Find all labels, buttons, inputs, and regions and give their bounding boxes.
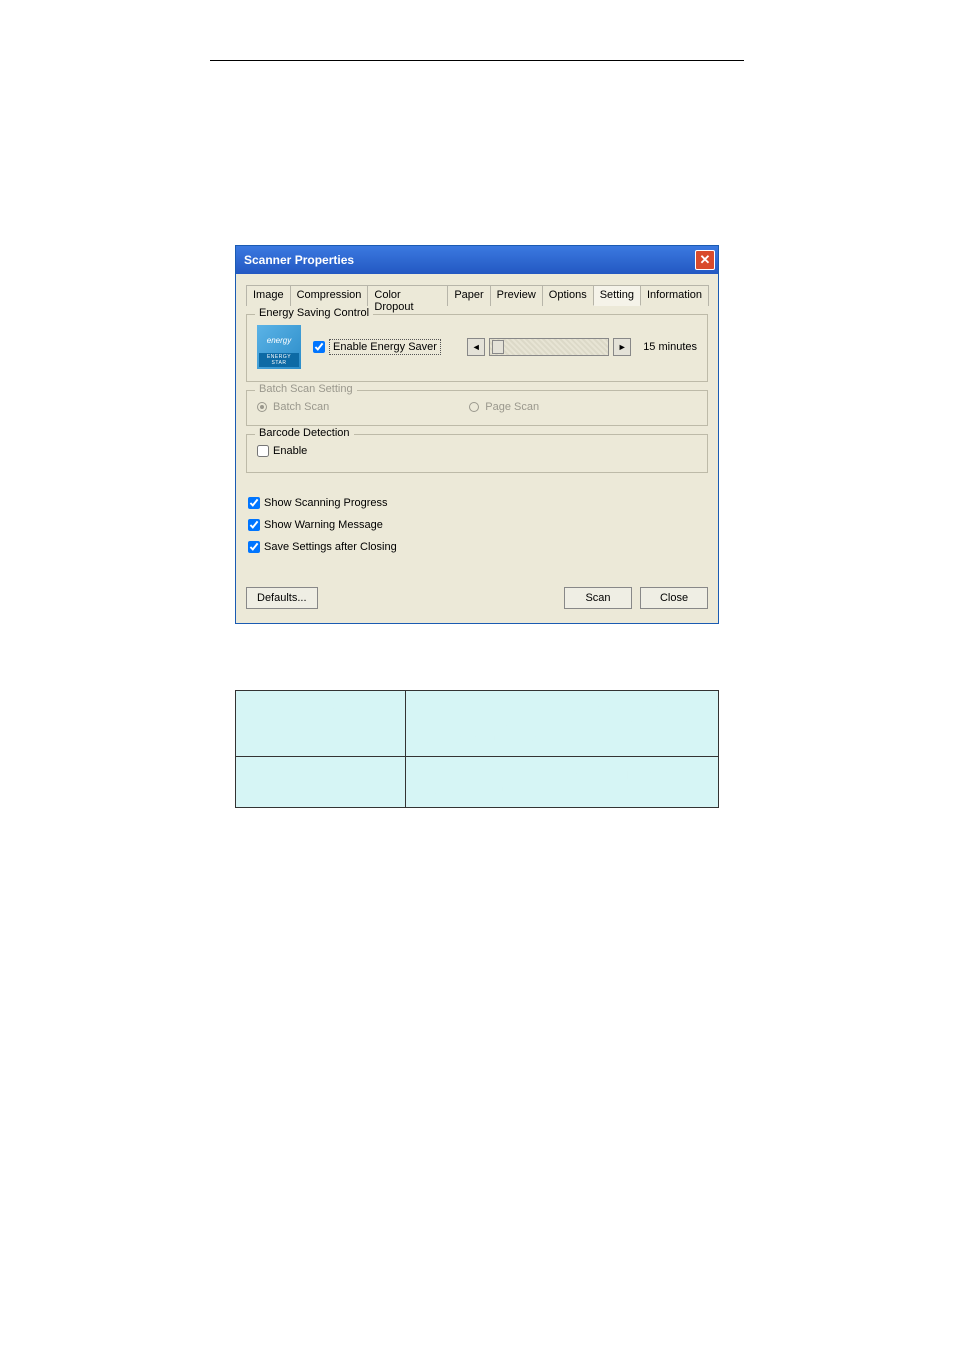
table-row: The range is from 1 to 240 minutes. The … [236,757,719,808]
slider-right-arrow-icon[interactable]: ► [613,338,631,356]
table-cell-val: The range is from 1 to 240 minutes. The … [406,757,719,808]
save-settings-input[interactable] [248,541,260,553]
tab-strip: Image Compression Color Dropout Paper Pr… [246,284,708,306]
titlebar: Scanner Properties ✕ [236,246,718,274]
radio-page-scan: Page Scan [469,401,539,413]
table-cell-val: Check the Enable Energy Saver box and mo… [406,691,719,757]
tab-options[interactable]: Options [542,285,594,306]
table-cell-key [236,757,406,808]
energy-minutes-label: 15 minutes [643,341,697,353]
radio-batch-scan-label: Batch Scan [273,401,329,413]
tab-paper[interactable]: Paper [447,285,490,306]
show-warning-input[interactable] [248,519,260,531]
radio-batch-scan: Batch Scan [257,401,329,413]
show-progress-label: Show Scanning Progress [264,497,388,509]
group-batch-legend: Batch Scan Setting [255,383,357,395]
show-progress-checkbox[interactable]: Show Scanning Progress [248,497,708,509]
barcode-enable-label: Enable [273,445,307,457]
barcode-enable-input[interactable] [257,445,269,457]
group-barcode-legend: Barcode Detection [255,427,354,439]
show-warning-label: Show Warning Message [264,519,383,531]
save-settings-checkbox[interactable]: Save Settings after Closing [248,541,708,553]
window-title: Scanner Properties [244,253,695,267]
table-cell-key: Energy Saving Control [236,691,406,757]
group-barcode: Barcode Detection Enable [246,434,708,473]
radio-page-scan-icon [469,402,479,412]
scan-button[interactable]: Scan [564,587,632,609]
tab-preview[interactable]: Preview [490,285,543,306]
tab-compression[interactable]: Compression [290,285,369,306]
close-icon[interactable]: ✕ [695,250,715,270]
radio-page-scan-label: Page Scan [485,401,539,413]
table-row: Energy Saving Control Check the Enable E… [236,691,719,757]
slider-left-arrow-icon[interactable]: ◄ [467,338,485,356]
dialog-window: Scanner Properties ✕ Image Compression C… [235,245,719,624]
enable-energy-saver-input[interactable] [313,341,325,353]
close-button[interactable]: Close [640,587,708,609]
info-table: Energy Saving Control Check the Enable E… [235,690,719,808]
show-progress-input[interactable] [248,497,260,509]
defaults-button[interactable]: Defaults... [246,587,318,609]
save-settings-label: Save Settings after Closing [264,541,397,553]
enable-energy-saver-checkbox[interactable]: Enable Energy Saver [313,339,441,355]
group-batch-scan: Batch Scan Setting Batch Scan Page Scan [246,390,708,426]
section-heading: 4.10 The Setting Tab [210,191,744,212]
energy-slider-thumb[interactable] [492,340,504,354]
intro-text: The Setting tab allows you to set the fo… [210,218,744,239]
group-energy-legend: Energy Saving Control [255,307,373,319]
tab-setting[interactable]: Setting [593,285,641,306]
tab-information[interactable]: Information [640,285,709,306]
tab-color-dropout[interactable]: Color Dropout [367,285,448,306]
group-energy-saving: Energy Saving Control energy ENERGY STAR… [246,314,708,382]
enable-energy-saver-label: Enable Energy Saver [329,339,441,355]
energy-slider-track[interactable] [489,338,609,356]
tab-image[interactable]: Image [246,285,291,306]
show-warning-checkbox[interactable]: Show Warning Message [248,519,708,531]
figure-caption: The Setting tab dialog box [210,634,744,650]
barcode-enable-checkbox[interactable]: Enable [257,445,307,457]
energy-star-icon: energy ENERGY STAR [257,325,301,369]
radio-batch-scan-icon [257,402,267,412]
